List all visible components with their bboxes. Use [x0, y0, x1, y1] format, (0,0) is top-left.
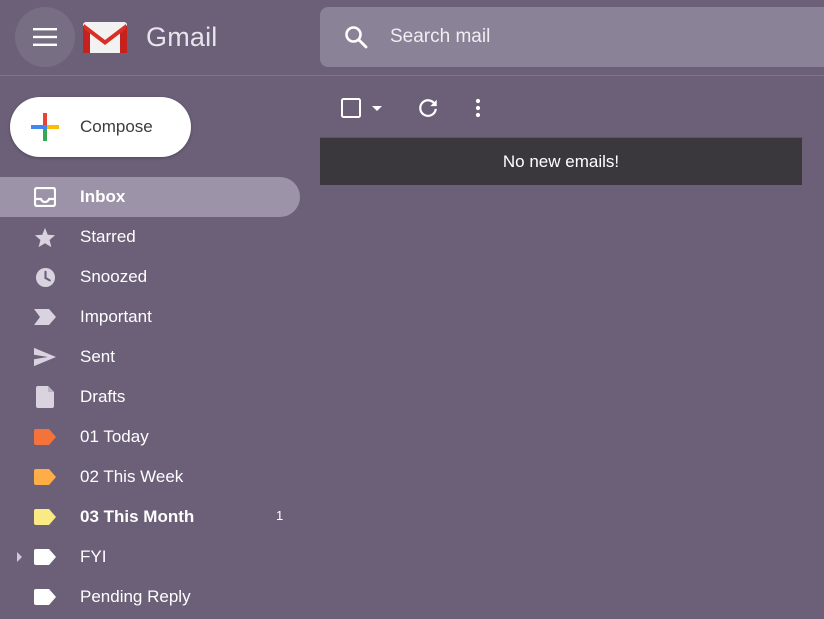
mail-toolbar — [320, 88, 800, 128]
refresh-button[interactable] — [416, 96, 440, 120]
search-icon[interactable] — [342, 23, 370, 51]
sidebar-item-label: Important — [80, 307, 152, 326]
sidebar-item-starred[interactable]: Starred — [0, 217, 300, 257]
expand-arrow-icon[interactable] — [16, 551, 24, 563]
sidebar-item-label: Pending Reply — [80, 587, 191, 606]
star-icon — [34, 226, 56, 248]
label-icon — [34, 426, 56, 448]
label-icon — [34, 466, 56, 488]
sidebar-item-drafts[interactable]: Drafts — [0, 377, 300, 417]
gmail-logo[interactable]: Gmail — [82, 19, 218, 55]
sidebar-nav: Inbox Starred Snoozed Important Sent Dra… — [0, 177, 300, 617]
sidebar-item-inbox[interactable]: Inbox — [0, 177, 300, 217]
refresh-icon — [419, 99, 437, 117]
sidebar-item-label: 02 This Week — [80, 467, 184, 486]
sidebar-item-01-today[interactable]: 01 Today — [0, 417, 300, 457]
sidebar-item-02-this-week[interactable]: 02 This Week — [0, 457, 300, 497]
more-vertical-icon — [475, 98, 481, 118]
sidebar-item-label: Inbox — [80, 187, 126, 206]
checkbox-icon[interactable] — [340, 97, 362, 119]
sidebar-item-label: 01 Today — [80, 427, 149, 446]
sidebar-item-label: Snoozed — [80, 267, 148, 286]
sidebar-item-label: 03 This Month — [80, 507, 195, 526]
gmail-m-icon — [83, 22, 127, 53]
unread-count: 1 — [276, 508, 284, 523]
sidebar-item-fyi[interactable]: FYI — [0, 537, 300, 577]
plus-icon — [31, 113, 59, 141]
sidebar-item-important[interactable]: Important — [0, 297, 300, 337]
compose-label: Compose — [80, 117, 153, 136]
label-icon — [34, 586, 56, 608]
send-icon — [34, 346, 56, 368]
hamburger-menu-icon — [33, 28, 57, 46]
sidebar-item-label: FYI — [80, 547, 107, 566]
caret-down-icon[interactable] — [371, 105, 383, 113]
top-bar: Gmail Search mail — [0, 0, 824, 76]
search-input[interactable]: Search mail — [390, 26, 490, 48]
sidebar-item-sent[interactable]: Sent — [0, 337, 300, 377]
gmail-wordmark: Gmail — [146, 21, 218, 52]
select-dropdown[interactable] — [340, 96, 386, 120]
main-menu-button[interactable] — [15, 7, 75, 67]
compose-button[interactable]: Compose — [10, 97, 191, 157]
sidebar-item-label: Drafts — [80, 387, 126, 406]
search-bar[interactable]: Search mail — [320, 7, 824, 67]
more-options-button[interactable] — [470, 96, 486, 120]
sidebar-item-snoozed[interactable]: Snoozed — [0, 257, 300, 297]
sidebar-item-pending-reply[interactable]: Pending Reply — [0, 577, 300, 617]
clock-icon — [34, 266, 56, 288]
sidebar-item-label: Sent — [80, 347, 115, 366]
inbox-icon — [34, 186, 56, 208]
important-icon — [34, 306, 56, 328]
empty-inbox-message: No new emails! — [502, 151, 620, 171]
sidebar-item-03-this-month[interactable]: 03 This Month 1 — [0, 497, 300, 537]
draft-icon — [34, 386, 56, 408]
label-icon — [34, 546, 56, 568]
empty-inbox-banner: No new emails! — [320, 137, 802, 185]
sidebar-item-label: Starred — [80, 227, 136, 246]
label-icon — [34, 506, 56, 528]
